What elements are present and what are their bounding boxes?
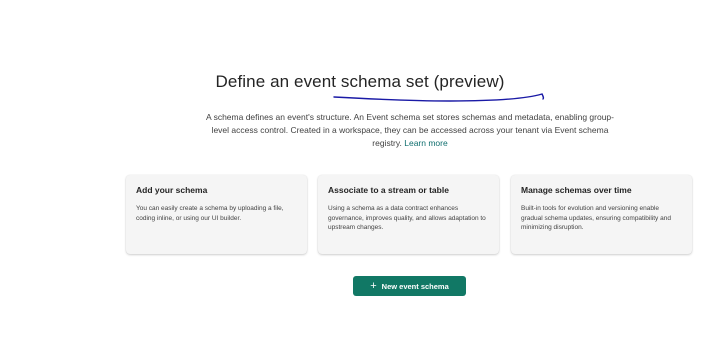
feature-card-manage: Manage schemas over time Built-in tools … [511,175,692,254]
plus-icon: + [370,279,377,292]
card-body: You can easily create a schema by upload… [136,205,284,222]
card-body: Using a schema as a data contract enhanc… [328,205,486,231]
learn-more-link[interactable]: Learn more [404,138,447,148]
card-title: Add your schema [136,185,208,195]
button-label: New event schema [381,281,449,291]
card-title: Associate to a stream or table [328,185,449,195]
handwritten-underline [333,93,545,102]
card-title: Manage schemas over time [521,185,632,195]
feature-card-add-schema: Add your schema You can easily create a … [126,175,307,254]
card-body: Built-in tools for evolution and version… [521,205,671,231]
page-description: A schema defines an event's structure. A… [200,111,620,150]
feature-card-associate: Associate to a stream or table Using a s… [318,175,499,254]
new-event-schema-button[interactable]: + New event schema [353,276,466,296]
